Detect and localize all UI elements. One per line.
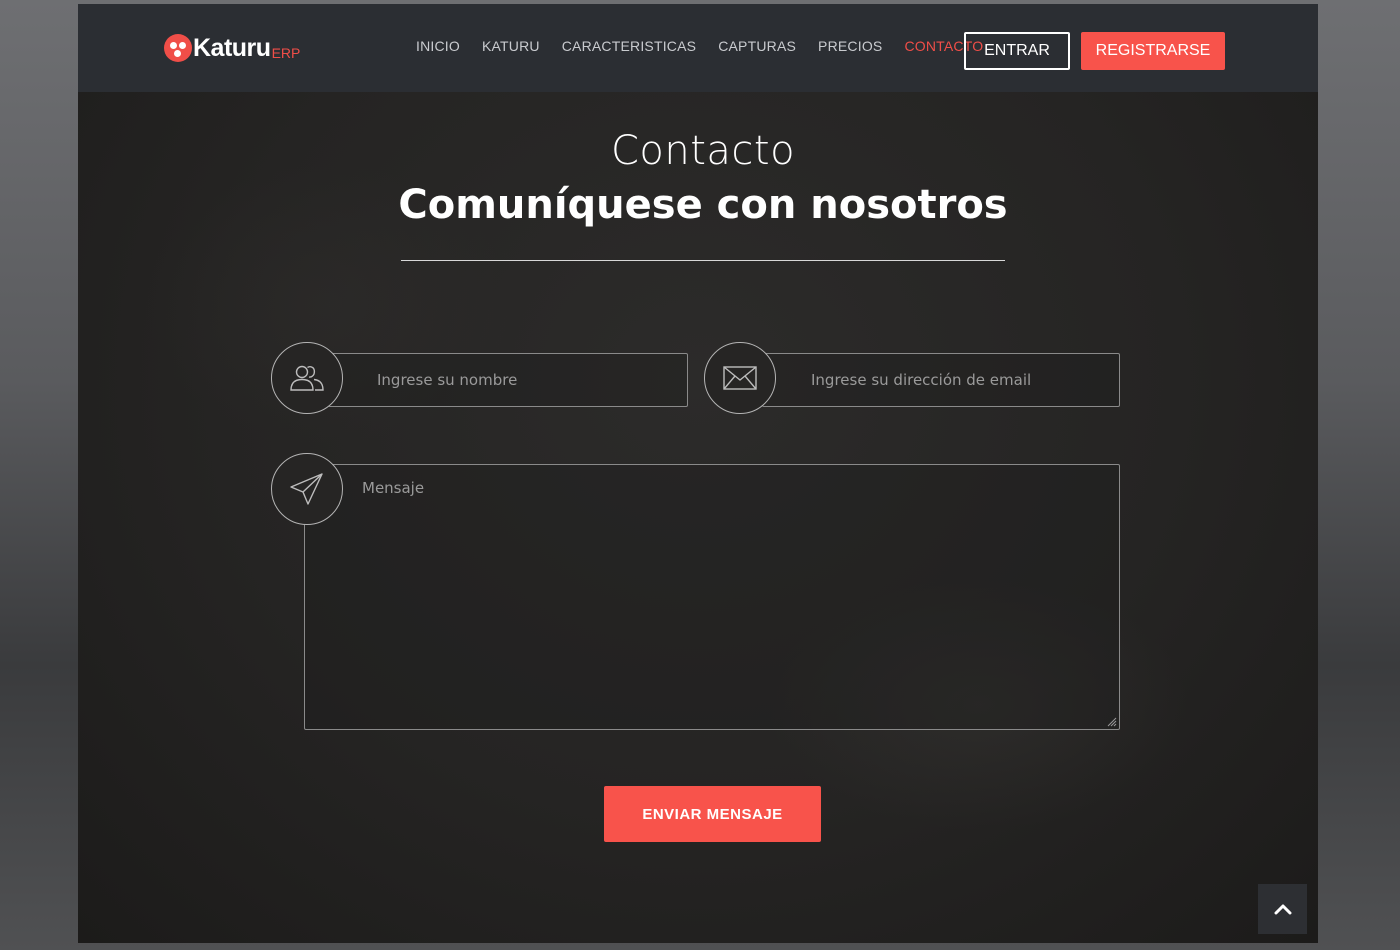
envelope-icon xyxy=(704,342,776,414)
message-textarea[interactable]: Mensaje xyxy=(304,464,1120,730)
users-icon xyxy=(271,342,343,414)
section-subtitle: Comuníquese con nosotros xyxy=(398,182,1008,228)
nav-item-precios[interactable]: PRECIOS xyxy=(818,4,882,90)
submit-button[interactable]: ENVIAR MENSAJE xyxy=(604,786,821,842)
page-container: Katuru ERP INICIO KATURU CARACTERISTICAS… xyxy=(78,4,1318,943)
message-placeholder: Mensaje xyxy=(362,479,425,497)
main-nav: INICIO KATURU CARACTERISTICAS CAPTURAS P… xyxy=(416,4,1005,92)
title-divider xyxy=(401,260,1005,261)
name-input[interactable]: Ingrese su nombre xyxy=(328,353,688,407)
register-button[interactable]: REGISTRARSE xyxy=(1081,32,1225,70)
email-input[interactable]: Ingrese su dirección de email xyxy=(762,353,1120,407)
section-title: Contacto xyxy=(610,128,796,174)
login-button[interactable]: ENTRAR xyxy=(964,32,1070,70)
logo-suffix: ERP xyxy=(271,45,301,61)
site-header: Katuru ERP INICIO KATURU CARACTERISTICAS… xyxy=(78,4,1318,92)
paper-plane-icon xyxy=(271,453,343,525)
chevron-up-icon xyxy=(1274,904,1291,915)
site-logo[interactable]: Katuru ERP xyxy=(164,30,300,66)
nav-item-inicio[interactable]: INICIO xyxy=(416,4,460,90)
logo-name: Katuru xyxy=(193,33,271,62)
resize-grip-icon[interactable] xyxy=(1107,717,1117,727)
nav-item-katuru[interactable]: KATURU xyxy=(482,4,540,90)
scroll-to-top-button[interactable] xyxy=(1258,884,1307,934)
katuru-logo-icon xyxy=(164,34,192,62)
nav-item-capturas[interactable]: CAPTURAS xyxy=(718,4,796,90)
nav-item-caracteristicas[interactable]: CARACTERISTICAS xyxy=(562,4,696,90)
